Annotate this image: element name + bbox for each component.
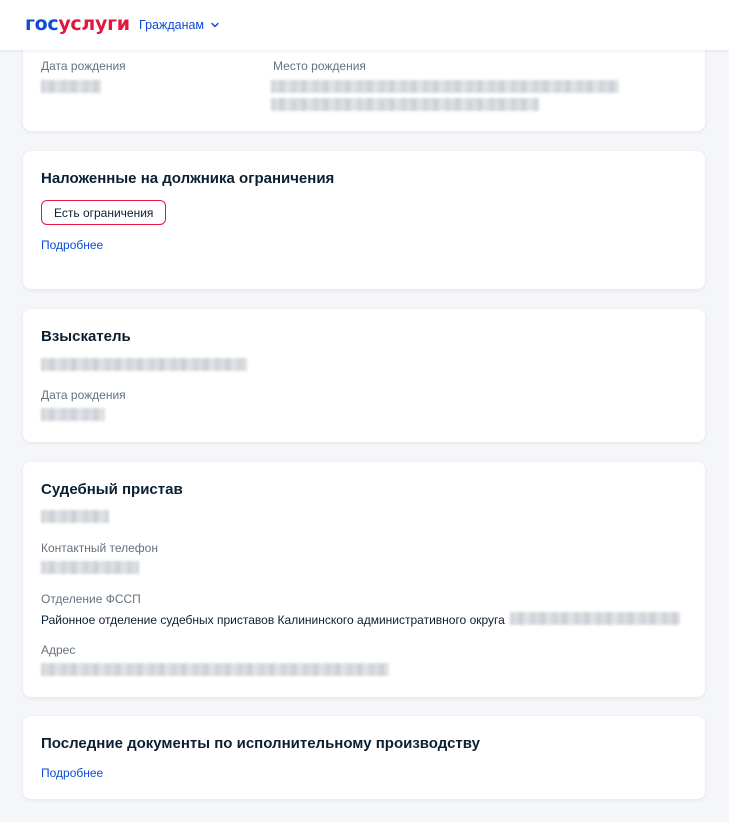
restrictions-status-badge: Есть ограничения bbox=[41, 200, 167, 225]
bailiff-title: Судебный пристав bbox=[41, 481, 183, 498]
citizens-menu-label: Гражданам bbox=[139, 18, 205, 32]
bailiff-department-value-redacted bbox=[510, 612, 680, 625]
restrictions-title: Наложенные на должника ограничения bbox=[41, 170, 335, 187]
debtor-birth-place-label: Место рождения bbox=[273, 59, 366, 73]
restrictions-card: Наложенные на должника ограничения Есть … bbox=[23, 151, 705, 289]
documents-title: Последние документы по исполнительному п… bbox=[41, 735, 480, 752]
bailiff-address-label: Адрес bbox=[41, 643, 76, 657]
bailiff-phone-value-redacted bbox=[41, 561, 139, 574]
claimant-title: Взыскатель bbox=[41, 328, 131, 345]
bailiff-department-label: Отделение ФССП bbox=[41, 592, 141, 606]
claimant-birth-date-label: Дата рождения bbox=[41, 388, 126, 402]
bailiff-address-value-redacted bbox=[41, 663, 389, 676]
claimant-name-redacted bbox=[41, 358, 247, 371]
bailiff-card: Судебный пристав Контактный телефон Отде… bbox=[23, 462, 705, 697]
documents-more-link[interactable]: Подробнее bbox=[41, 766, 103, 780]
logo-part-uslugi: услуги bbox=[58, 13, 130, 35]
claimant-card: Взыскатель Дата рождения bbox=[23, 309, 705, 442]
debtor-birth-place-value-redacted-line2 bbox=[271, 98, 539, 111]
debtor-birth-place-value-redacted-line1 bbox=[271, 80, 619, 93]
bailiff-phone-label: Контактный телефон bbox=[41, 541, 158, 555]
bailiff-name-redacted bbox=[41, 510, 109, 523]
gosuslugi-logo[interactable]: госуслуги bbox=[25, 13, 130, 35]
debtor-birth-date-value-redacted bbox=[41, 80, 101, 93]
chevron-down-icon bbox=[211, 22, 219, 28]
documents-card: Последние документы по исполнительному п… bbox=[23, 716, 705, 799]
site-header: госуслуги Гражданам bbox=[0, 0, 729, 50]
logo-part-gos: гос bbox=[25, 13, 59, 35]
claimant-birth-date-value-redacted bbox=[41, 408, 105, 421]
debtor-birth-date-label: Дата рождения bbox=[41, 59, 126, 73]
restrictions-more-link[interactable]: Подробнее bbox=[41, 238, 103, 252]
citizens-menu[interactable]: Гражданам bbox=[139, 18, 220, 32]
bailiff-department-value: Районное отделение судебных приставов Ка… bbox=[41, 613, 505, 627]
